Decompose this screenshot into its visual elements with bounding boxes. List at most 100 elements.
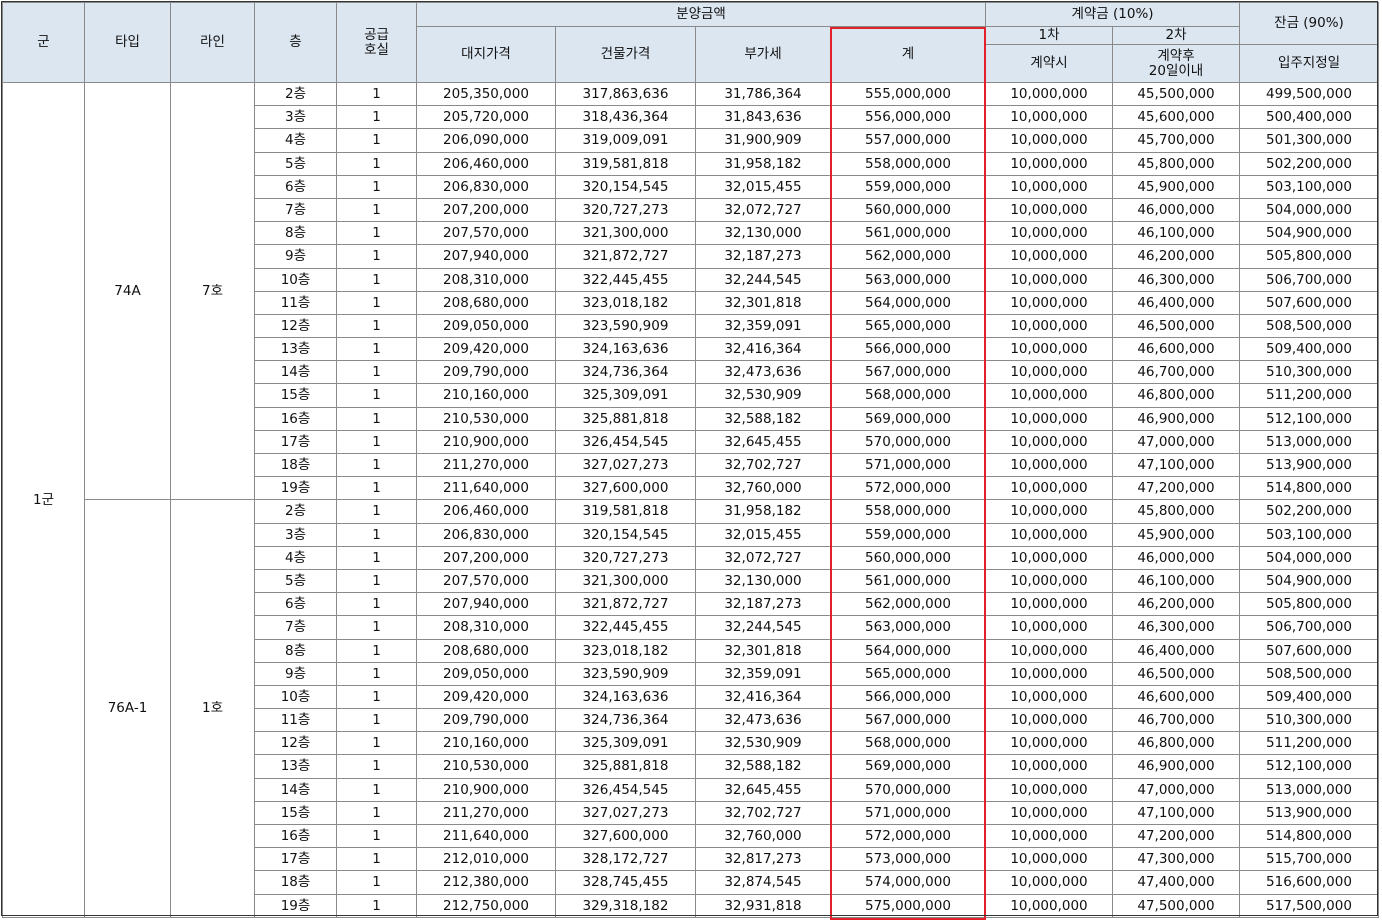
vat-cell: 32,072,727 bbox=[695, 197, 831, 223]
deposit-1-cell: 10,000,000 bbox=[985, 823, 1113, 849]
deposit-2-cell: 47,200,000 bbox=[1112, 823, 1240, 849]
land-price-cell: 206,830,000 bbox=[416, 522, 556, 547]
vat-cell: 32,702,727 bbox=[695, 800, 831, 826]
deposit-1-cell: 10,000,000 bbox=[985, 81, 1113, 107]
supply-units-cell: 1 bbox=[336, 197, 417, 223]
vat-cell: 32,301,818 bbox=[695, 638, 831, 663]
header-floor: 층 bbox=[254, 2, 337, 83]
building-price-cell: 324,163,636 bbox=[555, 337, 696, 362]
balance-cell: 513,000,000 bbox=[1239, 777, 1379, 802]
supply-units-cell: 1 bbox=[336, 684, 417, 710]
vat-cell: 32,244,545 bbox=[695, 615, 831, 640]
land-price-cell: 212,380,000 bbox=[416, 870, 556, 895]
total-cell: 557,000,000 bbox=[830, 128, 986, 153]
header-deposit-1: 1차 bbox=[985, 26, 1113, 45]
deposit-2-cell: 47,500,000 bbox=[1112, 893, 1240, 918]
vat-cell: 32,416,364 bbox=[695, 684, 831, 710]
floor-cell: 15층 bbox=[254, 800, 337, 826]
land-price-cell: 207,570,000 bbox=[416, 568, 556, 594]
supply-units-cell: 1 bbox=[336, 452, 417, 478]
land-price-cell: 205,720,000 bbox=[416, 105, 556, 130]
supply-units-cell: 1 bbox=[336, 290, 417, 315]
header-land-price: 대지가격 bbox=[416, 26, 556, 83]
balance-cell: 499,500,000 bbox=[1239, 81, 1379, 107]
balance-cell: 502,200,000 bbox=[1239, 499, 1379, 524]
deposit-2-cell: 46,300,000 bbox=[1112, 267, 1240, 292]
total-cell: 568,000,000 bbox=[830, 731, 986, 756]
supply-units-cell: 1 bbox=[336, 383, 417, 408]
land-price-cell: 207,200,000 bbox=[416, 545, 556, 570]
deposit-2-cell: 46,600,000 bbox=[1112, 337, 1240, 362]
supply-units-cell: 1 bbox=[336, 174, 417, 199]
floor-cell: 7층 bbox=[254, 197, 337, 223]
header-gun: 군 bbox=[2, 2, 85, 83]
balance-cell: 507,600,000 bbox=[1239, 638, 1379, 663]
vat-cell: 31,958,182 bbox=[695, 151, 831, 176]
deposit-2-cell: 47,200,000 bbox=[1112, 476, 1240, 501]
balance-cell: 514,800,000 bbox=[1239, 823, 1379, 849]
balance-cell: 507,600,000 bbox=[1239, 290, 1379, 315]
land-price-cell: 209,790,000 bbox=[416, 360, 556, 385]
vat-cell: 32,702,727 bbox=[695, 452, 831, 478]
deposit-1-cell: 10,000,000 bbox=[985, 406, 1113, 431]
floor-cell: 9층 bbox=[254, 661, 337, 686]
balance-cell: 515,700,000 bbox=[1239, 847, 1379, 872]
deposit-1-cell: 10,000,000 bbox=[985, 708, 1113, 733]
building-price-cell: 321,300,000 bbox=[555, 221, 696, 246]
floor-cell: 14층 bbox=[254, 777, 337, 802]
vat-cell: 32,530,909 bbox=[695, 383, 831, 408]
total-cell: 571,000,000 bbox=[830, 800, 986, 826]
vat-cell: 32,187,273 bbox=[695, 592, 831, 617]
balance-cell: 510,300,000 bbox=[1239, 360, 1379, 385]
deposit-2-cell: 46,000,000 bbox=[1112, 545, 1240, 570]
total-cell: 575,000,000 bbox=[830, 893, 986, 918]
total-cell: 565,000,000 bbox=[830, 661, 986, 686]
vat-cell: 32,473,636 bbox=[695, 708, 831, 733]
deposit-1-cell: 10,000,000 bbox=[985, 522, 1113, 547]
supply-units-cell: 1 bbox=[336, 870, 417, 895]
deposit-2-cell: 45,800,000 bbox=[1112, 499, 1240, 524]
floor-cell: 17층 bbox=[254, 429, 337, 455]
deposit-1-cell: 10,000,000 bbox=[985, 221, 1113, 246]
deposit-2-cell: 45,900,000 bbox=[1112, 174, 1240, 199]
deposit-2-cell: 46,400,000 bbox=[1112, 638, 1240, 663]
total-cell: 569,000,000 bbox=[830, 754, 986, 779]
deposit-2-cell: 46,500,000 bbox=[1112, 313, 1240, 339]
building-price-cell: 320,154,545 bbox=[555, 522, 696, 547]
vat-cell: 31,786,364 bbox=[695, 81, 831, 107]
deposit-2-cell: 45,900,000 bbox=[1112, 522, 1240, 547]
vat-cell: 31,900,909 bbox=[695, 128, 831, 153]
deposit-2-cell: 46,300,000 bbox=[1112, 615, 1240, 640]
total-cell: 568,000,000 bbox=[830, 383, 986, 408]
deposit-1-cell: 10,000,000 bbox=[985, 267, 1113, 292]
floor-cell: 13층 bbox=[254, 337, 337, 362]
deposit-2-cell: 46,100,000 bbox=[1112, 568, 1240, 594]
balance-cell: 505,800,000 bbox=[1239, 244, 1379, 269]
floor-cell: 7층 bbox=[254, 615, 337, 640]
vat-cell: 32,588,182 bbox=[695, 406, 831, 431]
deposit-2-cell: 46,800,000 bbox=[1112, 731, 1240, 756]
land-price-cell: 209,420,000 bbox=[416, 684, 556, 710]
deposit-2-cell: 46,400,000 bbox=[1112, 290, 1240, 315]
vat-cell: 32,015,455 bbox=[695, 174, 831, 199]
floor-cell: 19층 bbox=[254, 893, 337, 918]
deposit-2-cell: 46,700,000 bbox=[1112, 360, 1240, 385]
land-price-cell: 209,790,000 bbox=[416, 708, 556, 733]
supply-units-cell: 1 bbox=[336, 800, 417, 826]
land-price-cell: 206,090,000 bbox=[416, 128, 556, 153]
deposit-2-cell: 47,000,000 bbox=[1112, 777, 1240, 802]
building-price-cell: 322,445,455 bbox=[555, 267, 696, 292]
vat-cell: 32,760,000 bbox=[695, 823, 831, 849]
balance-cell: 509,400,000 bbox=[1239, 684, 1379, 710]
total-cell: 570,000,000 bbox=[830, 777, 986, 802]
supply-units-cell: 1 bbox=[336, 893, 417, 918]
building-price-cell: 325,881,818 bbox=[555, 406, 696, 431]
land-price-cell: 206,460,000 bbox=[416, 151, 556, 176]
balance-cell: 502,200,000 bbox=[1239, 151, 1379, 176]
deposit-1-cell: 10,000,000 bbox=[985, 429, 1113, 455]
vat-cell: 32,817,273 bbox=[695, 847, 831, 872]
building-price-cell: 328,172,727 bbox=[555, 847, 696, 872]
deposit-1-cell: 10,000,000 bbox=[985, 499, 1113, 524]
vat-cell: 32,416,364 bbox=[695, 337, 831, 362]
total-cell: 567,000,000 bbox=[830, 708, 986, 733]
